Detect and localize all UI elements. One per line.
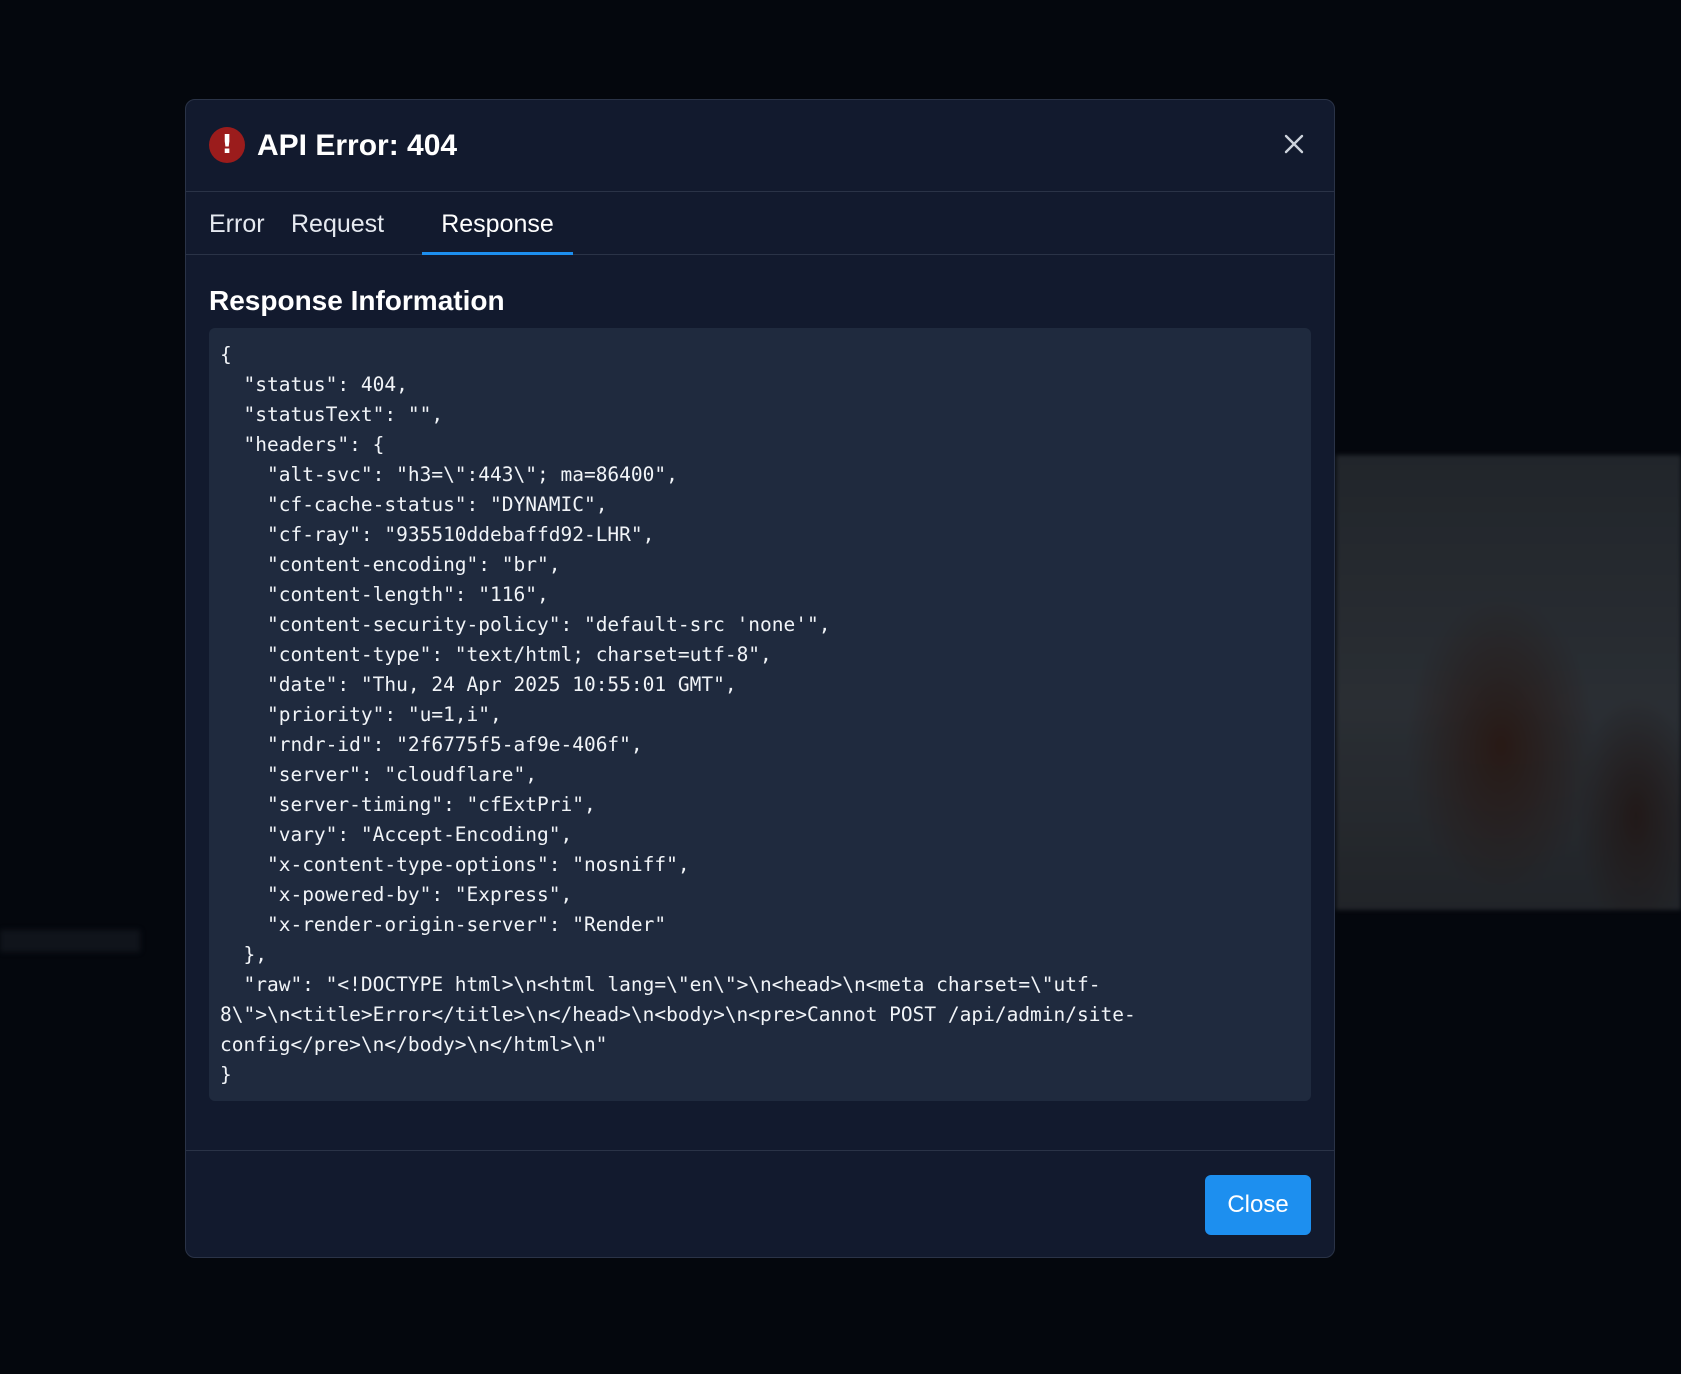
background-image: [1336, 455, 1681, 910]
tab-bar: Error Request Response: [186, 192, 1334, 255]
section-title: Response Information: [209, 285, 505, 316]
tab-request[interactable]: Request: [291, 192, 384, 255]
modal-header: ! API Error: 404: [186, 100, 1334, 192]
close-button[interactable]: Close: [1205, 1175, 1311, 1235]
modal-footer: Close: [186, 1150, 1334, 1259]
error-alert-icon: !: [209, 127, 245, 163]
tab-response[interactable]: Response: [422, 192, 573, 255]
tab-error[interactable]: Error: [209, 192, 265, 255]
background-text-blur: [0, 930, 140, 952]
close-icon[interactable]: [1280, 130, 1308, 158]
response-json-code: { "status": 404, "statusText": "", "head…: [209, 328, 1311, 1101]
api-error-modal: ! API Error: 404 Error Request Response …: [185, 99, 1335, 1258]
close-icon-svg: [1284, 134, 1304, 154]
modal-title: API Error: 404: [257, 129, 458, 162]
